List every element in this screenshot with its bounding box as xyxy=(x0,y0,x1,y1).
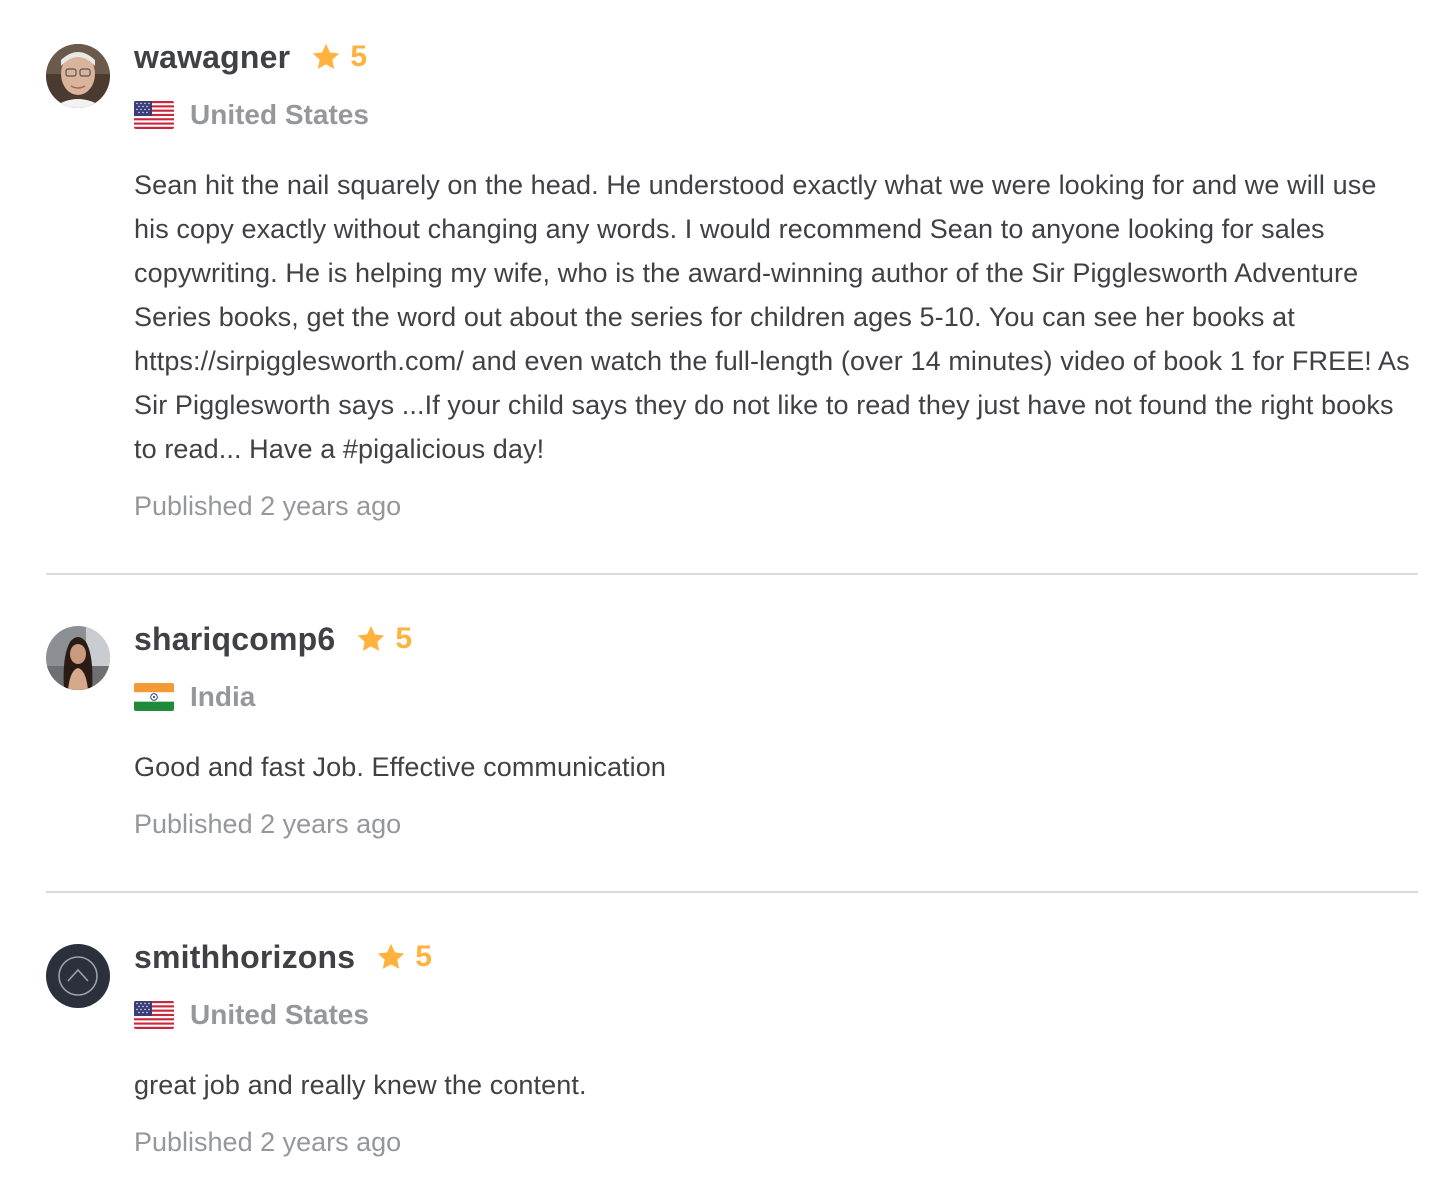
review-item: wawagner 5 United States Sean hit the na… xyxy=(46,0,1418,575)
rating: 5 xyxy=(355,622,412,656)
country-row: India xyxy=(134,677,1418,717)
user-avatar[interactable] xyxy=(46,626,110,690)
country-name: United States xyxy=(190,999,369,1030)
review-text: Sean hit the nail squarely on the head. … xyxy=(134,170,1410,464)
star-icon xyxy=(375,941,407,973)
published-date: Published 2 years ago xyxy=(134,809,402,839)
reviews-list: wawagner 5 United States Sean hit the na… xyxy=(46,0,1418,1200)
star-icon xyxy=(355,623,387,655)
rating: 5 xyxy=(310,40,367,74)
rating-value: 5 xyxy=(395,622,413,655)
country-name: India xyxy=(190,681,256,712)
review-text: Good and fast Job. Effective communicati… xyxy=(134,752,666,782)
review-header: smithhorizons 5 xyxy=(134,937,1418,977)
review-item: shariqcomp6 5 India Good and fast Job. E… xyxy=(46,575,1418,893)
username[interactable]: smithhorizons xyxy=(134,939,355,976)
published-date: Published 2 years ago xyxy=(134,491,402,521)
rating-value: 5 xyxy=(350,40,368,73)
country-row: United States xyxy=(134,95,1418,135)
rating-value: 5 xyxy=(415,940,432,973)
star-icon xyxy=(310,41,342,73)
user-avatar[interactable] xyxy=(46,944,110,1008)
review-text: great job and really knew the content. xyxy=(134,1070,587,1100)
published-date: Published 2 years ago xyxy=(134,1127,402,1157)
india-flag-icon xyxy=(134,683,174,711)
rating: 5 xyxy=(375,940,432,974)
username[interactable]: shariqcomp6 xyxy=(134,621,335,658)
review-content: smithhorizons 5 United States great job … xyxy=(134,937,1418,1162)
user-avatar[interactable] xyxy=(46,44,110,108)
review-content: shariqcomp6 5 India Good and fast Job. E… xyxy=(134,619,1418,844)
username[interactable]: wawagner xyxy=(134,39,290,76)
review-header: wawagner 5 xyxy=(134,37,1418,77)
us-flag-icon xyxy=(134,101,174,129)
country-name: United States xyxy=(190,99,369,130)
review-item: smithhorizons 5 United States great job … xyxy=(46,893,1418,1200)
us-flag-icon xyxy=(134,1001,174,1029)
country-row: United States xyxy=(134,995,1418,1035)
review-header: shariqcomp6 5 xyxy=(134,619,1418,659)
review-content: wawagner 5 United States Sean hit the na… xyxy=(134,37,1418,526)
